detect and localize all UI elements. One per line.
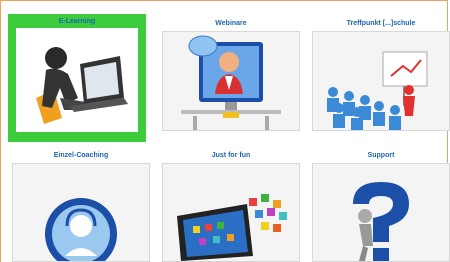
classroom-presentation-icon <box>312 31 450 131</box>
tile-label: Just for fun <box>211 152 251 159</box>
tile-einzel-coaching[interactable]: Einzel-Coaching <box>12 150 150 262</box>
tile-label: E-Learning <box>58 18 96 25</box>
tile-e-learning[interactable]: E-Learning <box>8 14 146 142</box>
question-mark-person-icon <box>312 163 450 262</box>
tablet-apps-icon <box>162 163 300 262</box>
tile-just-for-fun[interactable]: Just for fun <box>162 150 300 262</box>
headset-coach-icon <box>12 163 150 262</box>
tile-label: Einzel-Coaching <box>53 152 109 159</box>
tile-treffpunkt[interactable]: Treffpunkt [...]schule <box>312 18 450 134</box>
webinar-presenter-icon <box>162 31 300 131</box>
tile-support[interactable]: Support <box>312 150 450 262</box>
tile-label: Treffpunkt [...]schule <box>346 20 416 27</box>
tile-label: Support <box>367 152 395 159</box>
person-laptop-icon <box>16 28 138 132</box>
tile-label: Webinare <box>215 20 247 27</box>
tile-webinare[interactable]: Webinare <box>162 18 300 134</box>
